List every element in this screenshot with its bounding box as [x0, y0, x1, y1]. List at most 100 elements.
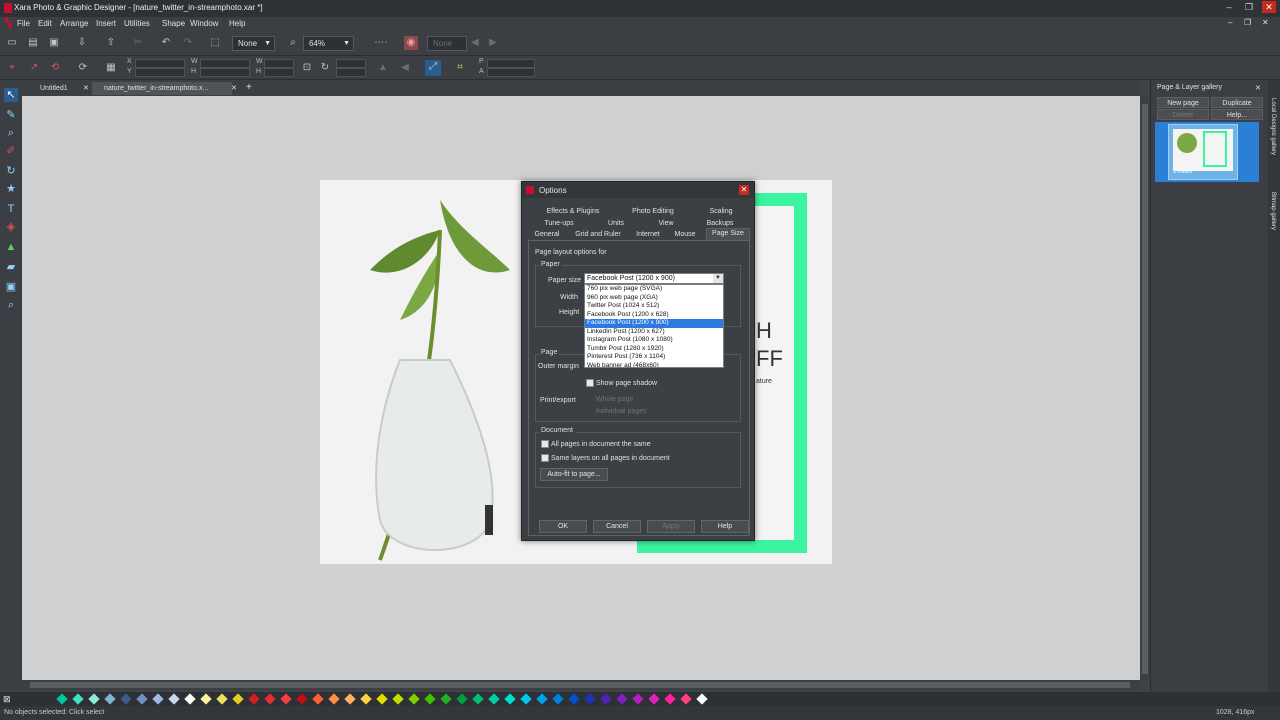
color-swatch[interactable]	[488, 693, 500, 705]
menu-help[interactable]: Help	[229, 19, 245, 28]
color-swatch[interactable]	[104, 693, 116, 705]
individual-pages-option[interactable]: Individual pages	[596, 408, 647, 415]
menu-shape[interactable]: Shape	[162, 19, 185, 28]
color-swatch[interactable]	[56, 693, 68, 705]
doc-close-icon[interactable]: ✕	[1262, 18, 1269, 27]
horizontal-scroll-thumb[interactable]	[30, 682, 1130, 688]
color-swatch[interactable]	[440, 693, 452, 705]
color-swatch[interactable]	[648, 693, 660, 705]
dropdown-option[interactable]: 760 pix web page (SVGA)	[585, 285, 723, 294]
tab-tune-ups[interactable]: Tune-ups	[540, 219, 578, 229]
dropdown-option[interactable]: Web banner ad (468x60)	[585, 362, 723, 368]
eraser-tool-icon[interactable]: ✐	[4, 144, 18, 158]
color-swatch[interactable]	[264, 693, 276, 705]
x-field[interactable]	[135, 59, 185, 68]
fill-tool-icon[interactable]: ◈	[4, 220, 18, 234]
color-swatch[interactable]	[184, 693, 196, 705]
rotation-icon[interactable]: ↻	[318, 61, 332, 75]
color-swatch[interactable]	[248, 693, 260, 705]
undo-icon[interactable]: ↶	[159, 36, 173, 50]
grid-icon[interactable]: ▦	[104, 61, 118, 75]
transparency-icon[interactable]: ·⋯	[370, 36, 392, 50]
all-pages-same-checkbox[interactable]	[541, 440, 549, 448]
color-swatch[interactable]	[600, 693, 612, 705]
flip-icon[interactable]: ⟳	[76, 61, 90, 75]
color-swatch[interactable]	[296, 693, 308, 705]
color-swatch[interactable]	[632, 693, 644, 705]
bevel-tool-icon[interactable]: ▣	[4, 280, 18, 294]
save-icon[interactable]: ▣	[47, 36, 61, 50]
import-icon[interactable]: ⇩	[75, 36, 89, 50]
dropdown-option[interactable]: Pinterest Post (736 x 1104)	[585, 353, 723, 362]
color-swatch[interactable]	[328, 693, 340, 705]
redo-icon[interactable]: ↷	[181, 36, 195, 50]
duplicate-button[interactable]: Duplicate	[1211, 97, 1263, 108]
color-swatch[interactable]	[376, 693, 388, 705]
transparency-tool-icon[interactable]: ▲	[4, 240, 18, 254]
local-designs-tab[interactable]: Local Designs gallery	[1270, 98, 1276, 155]
menu-insert[interactable]: Insert	[96, 19, 116, 28]
tab-close-icon[interactable]: ✕	[83, 84, 89, 92]
color-swatch[interactable]	[232, 693, 244, 705]
menu-arrange[interactable]: Arrange	[60, 19, 88, 28]
color-swatch[interactable]	[120, 693, 132, 705]
dropdown-option[interactable]: Tumblr Post (1280 x 1920)	[585, 345, 723, 354]
color-swatch[interactable]	[312, 693, 324, 705]
contour-tool-icon[interactable]: ✎	[4, 108, 18, 122]
color-swatch[interactable]	[520, 693, 532, 705]
skew-field[interactable]	[336, 68, 366, 77]
minimize-button[interactable]: –	[1222, 1, 1236, 13]
snap-icon[interactable]: ⤢	[425, 60, 441, 76]
color-swatch[interactable]	[696, 693, 708, 705]
new-document-icon[interactable]: ▭	[5, 36, 19, 50]
paper-size-dropdown-list[interactable]: 760 pix web page (SVGA) 960 pix web page …	[584, 284, 724, 368]
color-swatch[interactable]	[392, 693, 404, 705]
selector-icon[interactable]: ⌖	[5, 61, 19, 75]
page-thumbnail[interactable]: 1.index	[1168, 124, 1238, 180]
cut-icon[interactable]: ✂	[131, 36, 145, 50]
mold-tool-icon[interactable]: ▰	[4, 260, 18, 274]
dropdown-option[interactable]: LinkedIn Post (1200 x 627)	[585, 328, 723, 337]
color-swatch[interactable]	[456, 693, 468, 705]
tab-internet[interactable]: Internet	[632, 230, 664, 240]
color-swatch[interactable]	[584, 693, 596, 705]
lock-aspect-icon[interactable]: ⊡	[300, 61, 314, 75]
h-percent-field[interactable]	[264, 68, 294, 77]
gallery-help-button[interactable]: Help...	[1211, 109, 1263, 120]
color-swatch[interactable]	[136, 693, 148, 705]
dropdown-option[interactable]: Facebook Post (1200 x 628)	[585, 311, 723, 320]
vertical-scrollbar[interactable]	[1140, 96, 1150, 680]
tab-close-icon[interactable]: ✕	[231, 84, 237, 92]
color-swatch[interactable]	[280, 693, 292, 705]
shape-tool-icon[interactable]: ★	[4, 182, 18, 196]
color-swatch[interactable]	[536, 693, 548, 705]
photo-tool-icon[interactable]: ⌕	[4, 298, 18, 312]
apply-button[interactable]: Apply	[647, 520, 695, 533]
h-field[interactable]	[200, 68, 250, 77]
a-field[interactable]	[487, 68, 535, 77]
p-field[interactable]	[487, 59, 535, 68]
color-swatch[interactable]	[424, 693, 436, 705]
open-folder-icon[interactable]: ▤	[26, 36, 40, 50]
bitmap-gallery-tab[interactable]: Bitmap gallery	[1270, 192, 1276, 230]
zoom-dropdown[interactable]: 64% ▼	[303, 36, 354, 51]
dropdown-option[interactable]: 960 pix web page (XGA)	[585, 294, 723, 303]
feather-dropdown[interactable]: None	[427, 36, 467, 51]
new-tab-icon[interactable]: +	[246, 82, 252, 93]
page-fit-icon[interactable]: ⬚	[208, 36, 222, 50]
color-swatch[interactable]	[200, 693, 212, 705]
selector-tool-icon[interactable]: ↖	[4, 88, 18, 102]
dropdown-option[interactable]: Facebook Post (1200 x 900)	[585, 319, 723, 328]
w-field[interactable]	[200, 59, 250, 68]
delete-button[interactable]: Delete	[1157, 109, 1209, 120]
color-swatch[interactable]	[504, 693, 516, 705]
gallery-close-icon[interactable]: ✕	[1255, 84, 1261, 92]
autofit-button[interactable]: Auto-fit to page...	[540, 468, 608, 481]
tab-photo-editing[interactable]: Photo Editing	[627, 207, 679, 217]
label-icon[interactable]: ⌗	[453, 61, 467, 75]
zoom-icon[interactable]: ⌕	[286, 36, 300, 50]
doc-minimize-icon[interactable]: –	[1228, 18, 1232, 27]
ok-button[interactable]: OK	[539, 520, 587, 533]
color-swatch[interactable]	[680, 693, 692, 705]
zoom-tool-icon[interactable]: ⌕	[4, 126, 18, 140]
